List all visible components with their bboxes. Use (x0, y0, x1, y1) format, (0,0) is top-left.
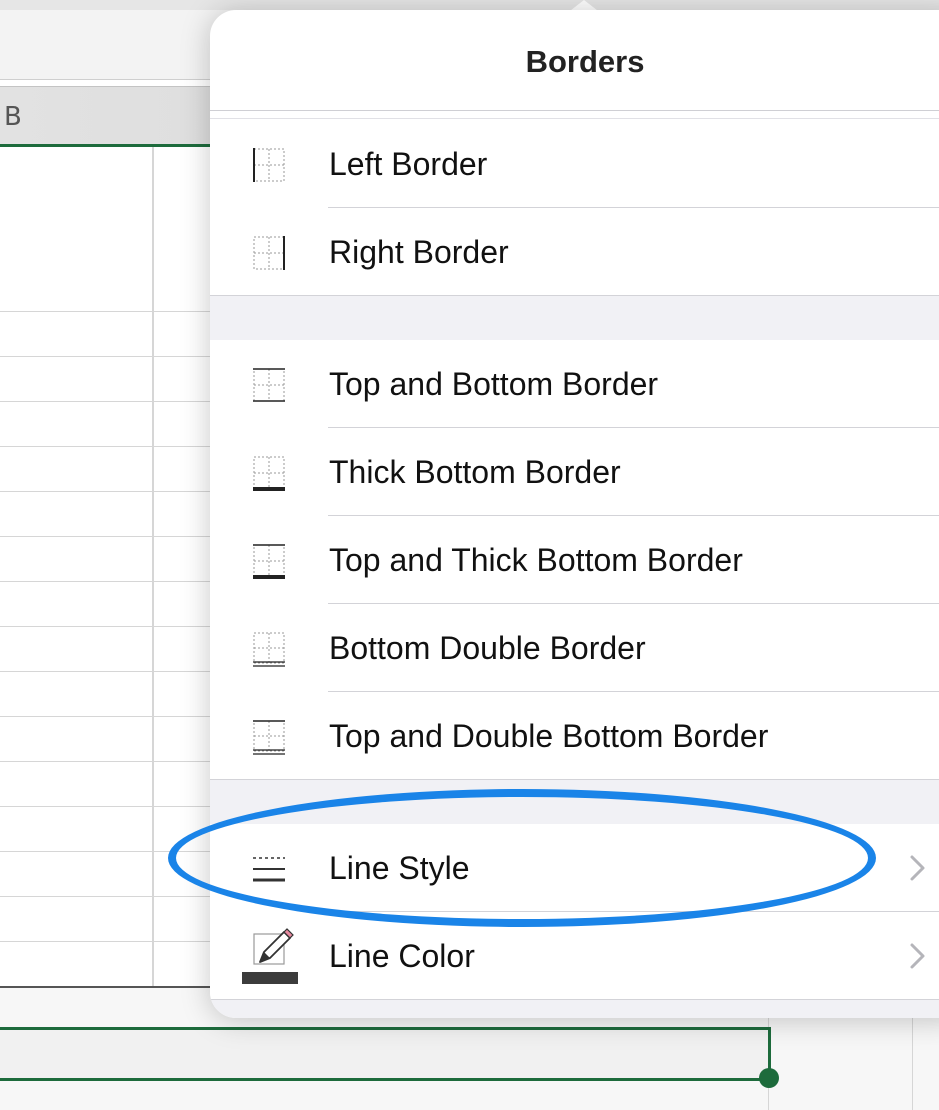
menu-item-top-and-double-bottom-border[interactable]: Top and Double Bottom Border (210, 692, 939, 780)
line-color-icon (240, 928, 300, 986)
menu-item-line-style[interactable]: Line Style (210, 824, 939, 912)
borders-popover: Borders Left Border Right Border Top and… (210, 10, 939, 1018)
title-divider (210, 118, 939, 119)
selection-drag-handle[interactable] (759, 1068, 779, 1088)
popover-title: Borders (525, 44, 645, 79)
menu-item-label: Line Style (329, 850, 470, 886)
left-border-icon (250, 146, 288, 184)
top-bottom-border-icon (250, 366, 288, 404)
bottom-double-border-icon (250, 630, 288, 668)
menu-item-label: Right Border (329, 234, 509, 270)
selected-cell-range[interactable] (0, 1027, 771, 1081)
menu-item-label: Top and Bottom Border (329, 366, 659, 402)
top-double-bottom-border-icon (250, 718, 288, 756)
menu-item-label: Top and Double Bottom Border (329, 718, 769, 754)
menu-item-top-and-thick-bottom-border[interactable]: Top and Thick Bottom Border (210, 516, 939, 604)
chevron-right-icon (903, 940, 931, 972)
grid-column-line (152, 147, 154, 987)
section-gap (210, 295, 939, 341)
line-style-icon (250, 850, 288, 888)
menu-item-top-and-bottom-border[interactable]: Top and Bottom Border (210, 340, 939, 428)
menu-item-bottom-double-border[interactable]: Bottom Double Border (210, 604, 939, 692)
section-gap (210, 779, 939, 825)
menu-item-thick-bottom-border[interactable]: Thick Bottom Border (210, 428, 939, 516)
menu-item-right-border[interactable]: Right Border (210, 208, 939, 296)
menu-item-line-color[interactable]: Line Color (210, 912, 939, 1000)
app-screen: B Borders Left Border Right Border Top a… (0, 0, 939, 1110)
toolbar-strip (0, 0, 939, 10)
chevron-right-icon (903, 852, 931, 884)
menu-item-left-border[interactable]: Left Border (210, 120, 939, 208)
menu-item-label: Line Color (329, 938, 475, 974)
section-gap (210, 999, 939, 1018)
top-thick-bottom-border-icon (250, 542, 288, 580)
thick-bottom-border-icon (250, 454, 288, 492)
title-divider (210, 110, 939, 111)
column-header-b[interactable]: B (4, 102, 22, 132)
menu-item-label: Top and Thick Bottom Border (329, 542, 743, 578)
right-border-icon (250, 234, 288, 272)
menu-item-label: Left Border (329, 146, 488, 182)
menu-item-label: Bottom Double Border (329, 630, 646, 666)
menu-item-label: Thick Bottom Border (329, 454, 621, 490)
grid-column-line (912, 1018, 913, 1110)
